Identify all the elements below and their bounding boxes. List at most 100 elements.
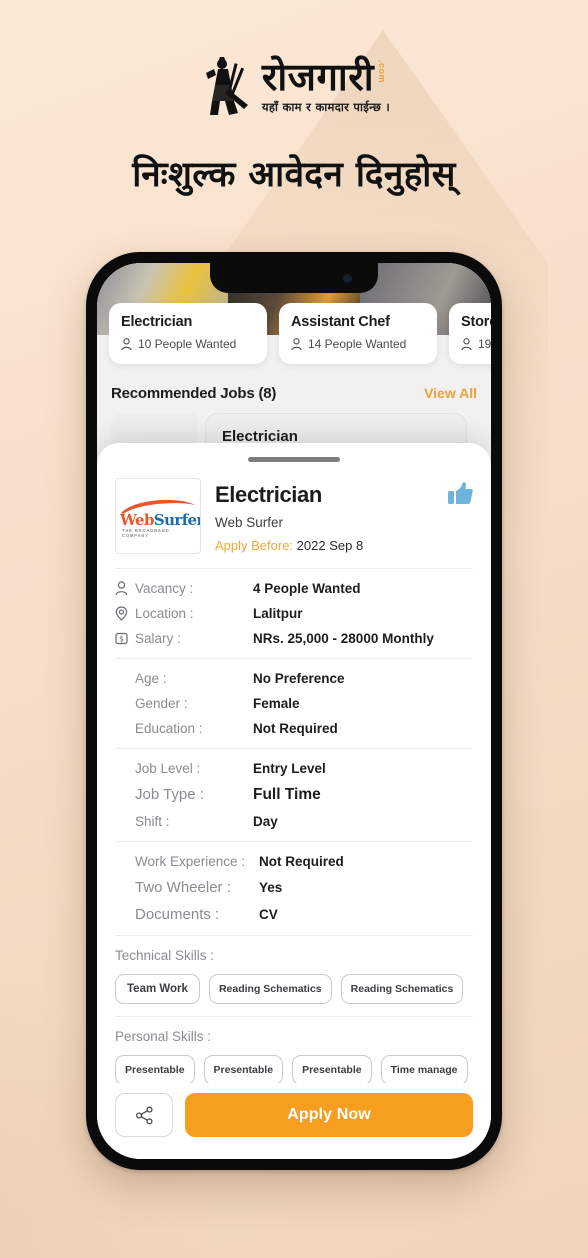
detail-label: Age :: [135, 670, 167, 686]
featured-job-title: Electrician: [121, 314, 193, 330]
detail-row-job-type: Job Type : Full Time: [115, 786, 473, 804]
salary-icon: $: [115, 631, 135, 646]
brand-tagline: यहाँ काम र कामदार पाईन्छ ।: [261, 99, 391, 114]
detail-value: Yes: [259, 879, 283, 895]
detail-row-location: Location : Lalitpur: [115, 606, 473, 621]
phone-screen: Electrician 10 People Wanted Assistant C…: [97, 263, 491, 1159]
personal-skills-label: Personal Skills :: [115, 1028, 212, 1044]
logo-surfer-text: Surfer: [153, 510, 201, 529]
location-pin-icon: [115, 605, 135, 621]
detail-row-job-level: Job Level : Entry Level: [115, 761, 473, 776]
like-button[interactable]: [447, 480, 473, 506]
company-name: Web Surfer: [215, 514, 284, 530]
featured-job-card[interactable]: Electrician 10 People Wanted: [109, 303, 267, 364]
featured-job-title: Store: [461, 314, 491, 330]
share-icon: [135, 1106, 153, 1124]
detail-label: Job Type :: [135, 786, 204, 804]
job-detail-content: WebSurfer THE BROADBAND COMPANY Electric…: [97, 462, 491, 1083]
personal-skills-chips: Presentable Presentable Presentable Time…: [115, 1054, 473, 1083]
company-logo: WebSurfer THE BROADBAND COMPANY: [115, 477, 201, 554]
detail-label: Work Experience :: [135, 853, 246, 869]
apply-before-date: 2022 Sep 8: [296, 537, 364, 553]
detail-row-work-experience: Work Experience : Not Required: [115, 854, 473, 869]
job-title: Electrician: [215, 481, 322, 507]
phone-mockup: Electrician 10 People Wanted Assistant C…: [86, 252, 502, 1170]
websurfer-logo-icon: WebSurfer THE BROADBAND COMPANY: [118, 493, 201, 539]
detail-label: Job Level :: [135, 760, 201, 776]
primary-details-group: Vacancy : 4 People Wanted Location : Lal…: [115, 569, 473, 659]
detail-row-vacancy: Vacancy : 4 People Wanted: [115, 581, 473, 596]
svg-text:$: $: [119, 634, 124, 643]
front-camera-icon: [343, 274, 352, 283]
skill-chip[interactable]: Presentable: [203, 1054, 284, 1083]
logo-subtitle: THE BROADBAND COMPANY: [122, 527, 170, 538]
candidate-details-group: Age : No Preference Gender : Female Educ…: [115, 659, 473, 749]
detail-value: Not Required: [253, 720, 338, 736]
detail-label: Location :: [135, 605, 194, 621]
page-heading: निःशुल्क आवेदन दिनुहोस्: [132, 155, 456, 195]
featured-job-card[interactable]: Assistant Chef 14 People Wanted: [279, 303, 437, 364]
share-button[interactable]: [115, 1093, 173, 1137]
featured-job-vacancy: 10 People Wanted: [121, 337, 255, 351]
detail-row-education: Education : Not Required: [115, 721, 473, 736]
brand-logo: रोजगारी .com यहाँ काम र कामदार पाईन्छ ।: [0, 55, 588, 117]
technical-skills-group: Technical Skills : Team Work Reading Sch…: [115, 936, 473, 1017]
skill-chip[interactable]: Reading Schematics: [208, 973, 332, 1004]
detail-row-two-wheeler: Two Wheeler : Yes: [115, 879, 473, 896]
detail-value: Female: [253, 695, 300, 711]
detail-row-age: Age : No Preference: [115, 671, 473, 686]
featured-job-vacancy-text: 14 People Wanted: [308, 337, 407, 351]
featured-job-vacancy: 14 People Wanted: [291, 337, 425, 351]
featured-job-vacancy-text: 19 P: [478, 337, 491, 351]
detail-value: 4 People Wanted: [253, 580, 361, 596]
person-icon: [291, 337, 302, 350]
detail-value: No Preference: [253, 670, 345, 686]
recommended-jobs-header: Recommended Jobs (8) View All: [111, 385, 477, 402]
detail-value: Day: [253, 813, 278, 829]
job-header: WebSurfer THE BROADBAND COMPANY Electric…: [115, 462, 473, 569]
detail-label: Documents :: [135, 905, 220, 923]
featured-job-card[interactable]: Store 19 P: [449, 303, 491, 364]
skill-chip[interactable]: Reading Schematics: [340, 973, 464, 1004]
featured-job-vacancy-text: 10 People Wanted: [138, 337, 237, 351]
skill-chip[interactable]: Team Work: [115, 973, 200, 1004]
apply-before-label: Apply Before:: [215, 537, 294, 553]
technical-skills-label: Technical Skills :: [115, 947, 215, 963]
detail-row-gender: Gender : Female: [115, 696, 473, 711]
technical-skills-chips: Team Work Reading Schematics Reading Sch…: [115, 973, 473, 1004]
brand-dotcom: .com: [377, 59, 388, 83]
detail-value: Full Time: [253, 785, 321, 803]
job-detail-bottom-sheet: WebSurfer THE BROADBAND COMPANY Electric…: [97, 443, 491, 1159]
featured-jobs-carousel[interactable]: Electrician 10 People Wanted Assistant C…: [109, 303, 491, 364]
detail-label: Gender :: [135, 695, 188, 711]
phone-notch: [210, 263, 378, 293]
skill-chip[interactable]: Presentable: [292, 1054, 372, 1083]
skill-chip[interactable]: Time manage: [380, 1054, 468, 1083]
detail-value: Not Required: [259, 853, 344, 869]
view-all-link[interactable]: View All: [424, 385, 477, 401]
detail-label: Salary :: [135, 630, 181, 646]
thumbs-up-icon: [448, 481, 473, 504]
job-detail-footer: Apply Now: [97, 1083, 491, 1159]
detail-row-documents: Documents : CV: [115, 906, 473, 923]
detail-value: CV: [259, 906, 278, 922]
detail-value: Lalitpur: [253, 605, 303, 621]
job-details-group: Job Level : Entry Level Job Type : Full …: [115, 749, 473, 842]
recommended-jobs-title: Recommended Jobs (8): [111, 385, 277, 402]
logo-web-text: Web: [120, 510, 154, 529]
detail-label: Shift :: [135, 813, 170, 829]
person-icon: [115, 580, 135, 596]
mascot-icon: [205, 57, 248, 115]
featured-job-title: Assistant Chef: [291, 314, 390, 330]
detail-row-salary: $ Salary : NRs. 25,000 - 28000 Monthly: [115, 631, 473, 646]
detail-value: NRs. 25,000 - 28000 Monthly: [253, 630, 434, 646]
detail-value: Entry Level: [253, 760, 326, 776]
requirements-group: Work Experience : Not Required Two Wheel…: [115, 842, 473, 936]
skill-chip[interactable]: Presentable: [115, 1054, 195, 1083]
apply-now-button[interactable]: Apply Now: [185, 1093, 473, 1137]
person-icon: [121, 337, 132, 350]
brand-name: रोजगारी: [261, 54, 375, 99]
featured-job-vacancy: 19 P: [461, 337, 491, 351]
personal-skills-group: Personal Skills : Presentable Presentabl…: [115, 1017, 473, 1083]
person-icon: [461, 337, 472, 350]
